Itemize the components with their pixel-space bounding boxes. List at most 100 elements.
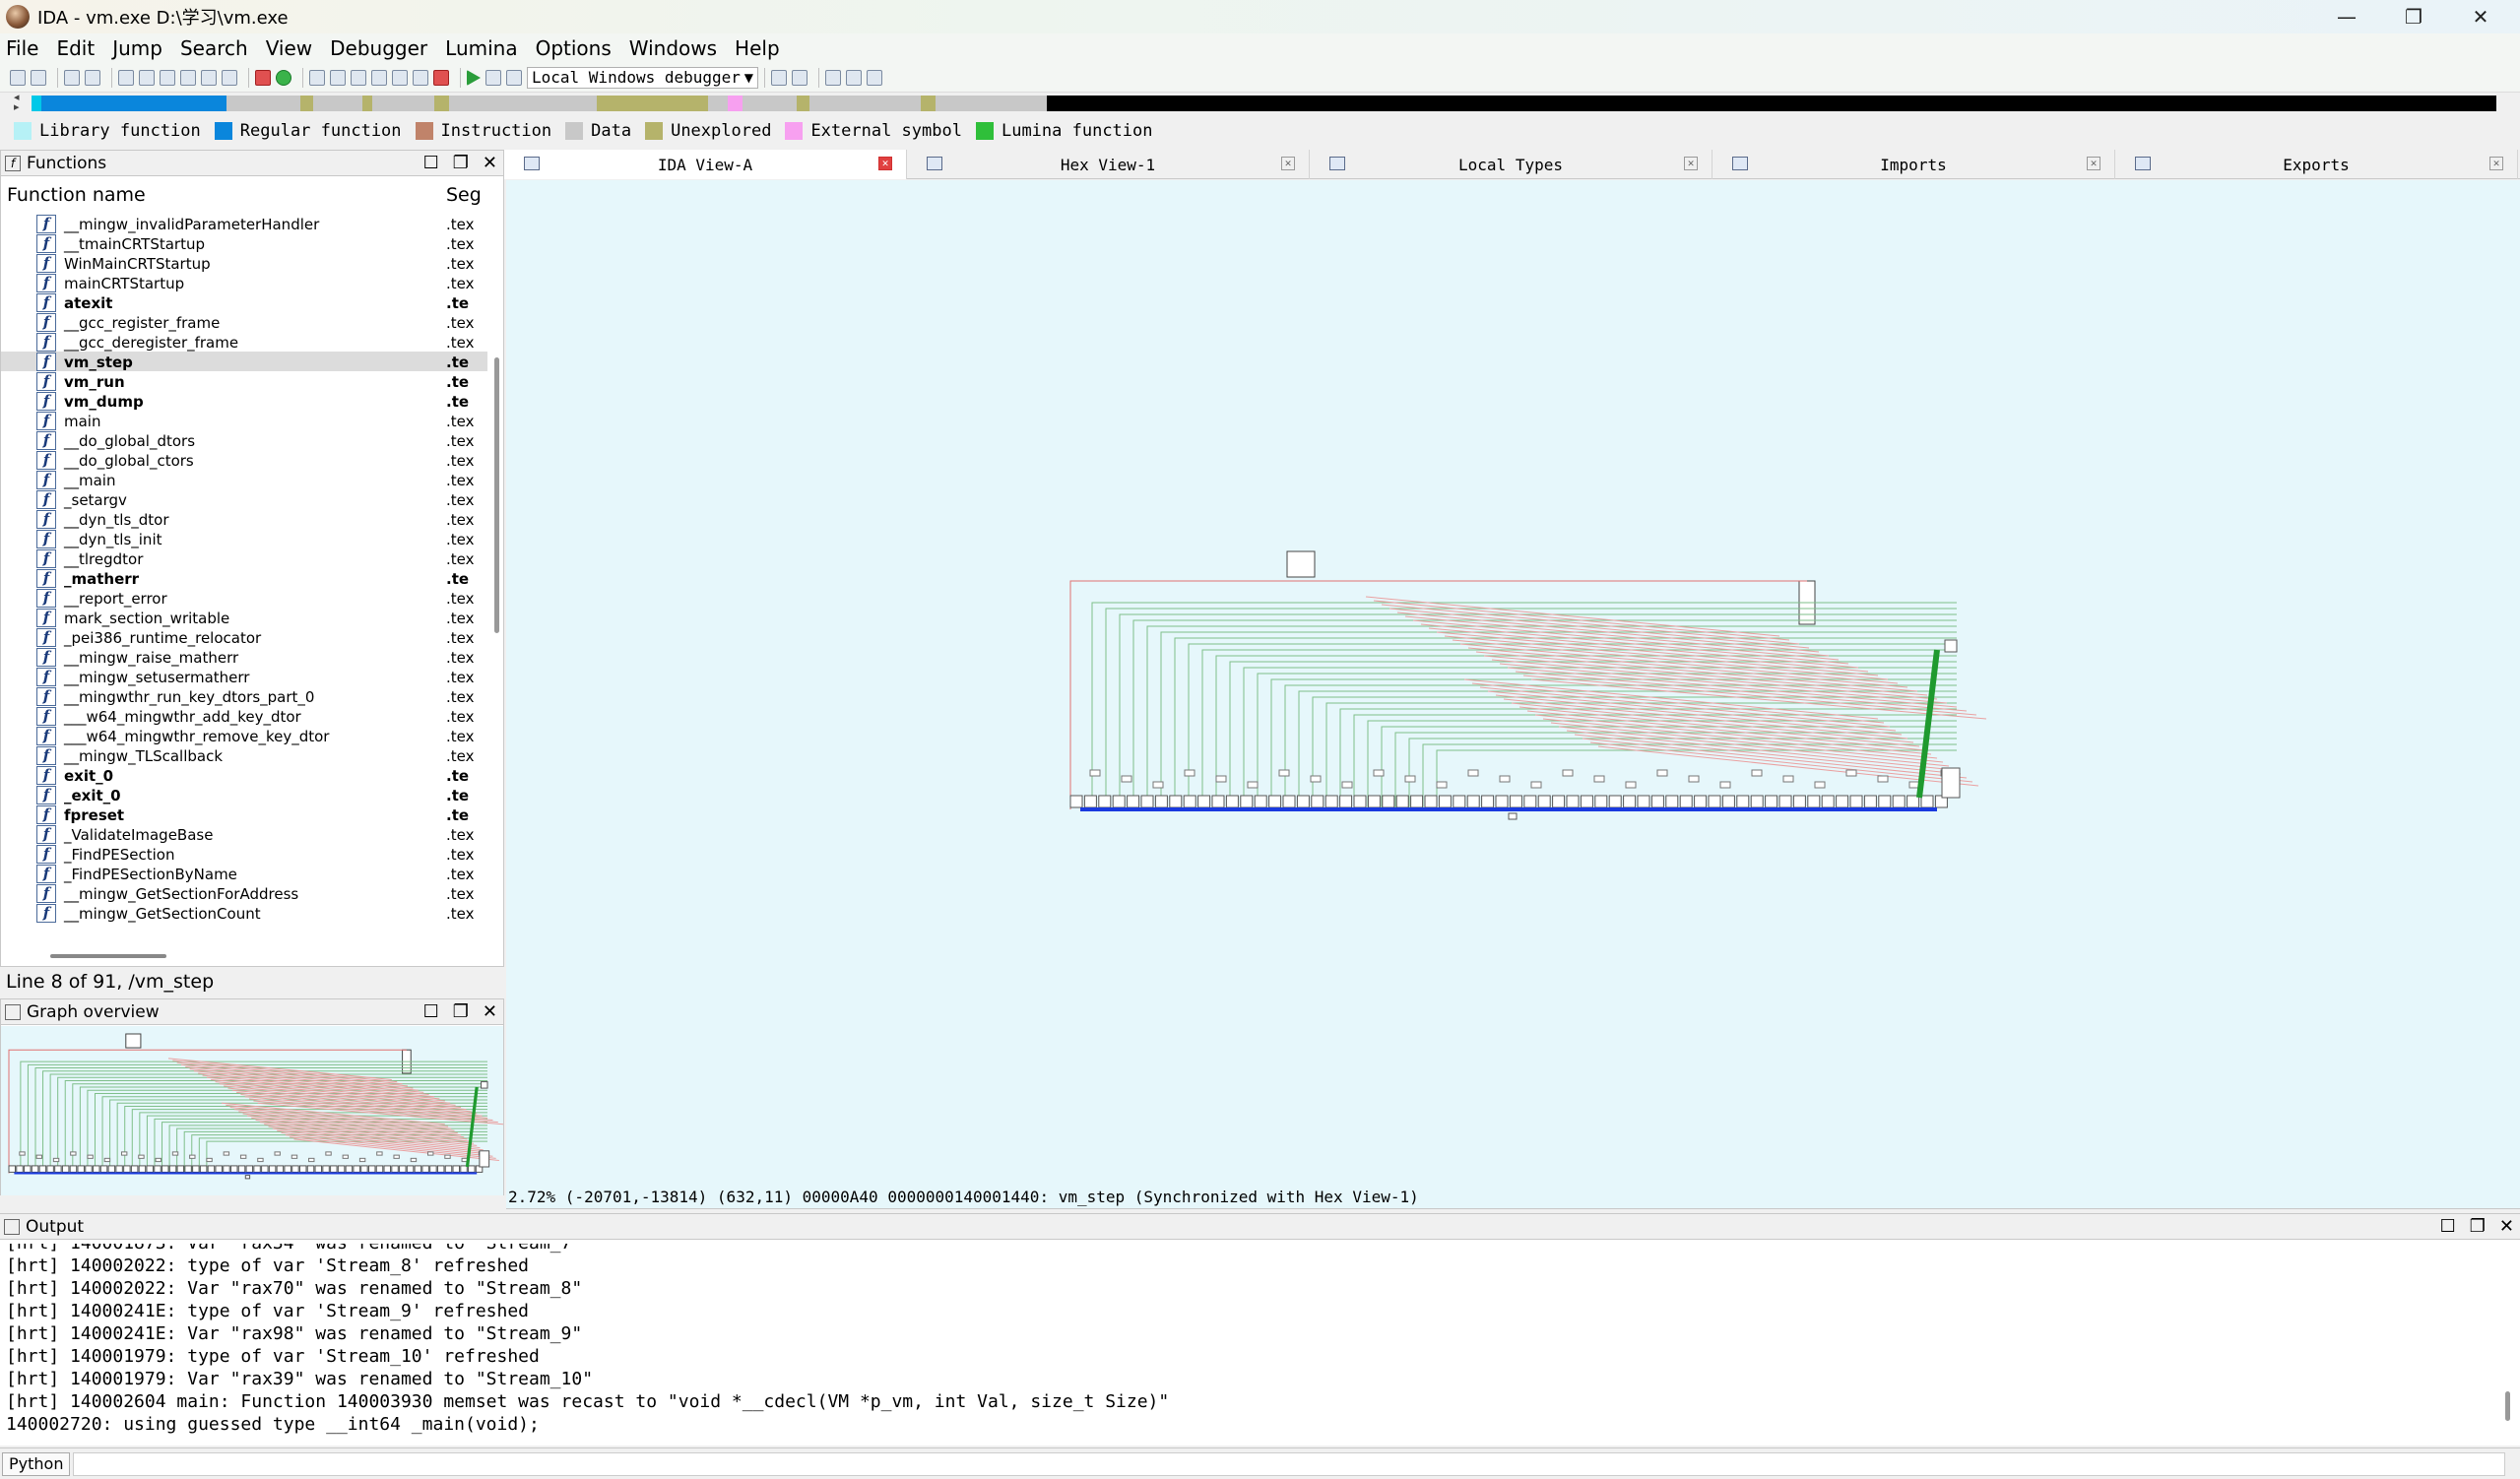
python-command-input[interactable] bbox=[73, 1452, 2505, 1476]
ida-graph-view[interactable] bbox=[506, 180, 2520, 1187]
function-row[interactable]: f _matherr .te bbox=[1, 568, 487, 588]
binary-icon[interactable] bbox=[118, 69, 134, 86]
nav-arrows-icon[interactable]: ◂ ▸ bbox=[14, 92, 20, 112]
function-row[interactable]: f _exit_0 .te bbox=[1, 785, 487, 804]
save-icon[interactable] bbox=[31, 69, 46, 86]
function-row[interactable]: f __main .tex bbox=[1, 470, 487, 489]
menu-edit[interactable]: Edit bbox=[56, 36, 95, 60]
detach-icon[interactable] bbox=[792, 69, 808, 86]
forward-icon[interactable] bbox=[85, 69, 100, 86]
output-scrollbar[interactable] bbox=[2505, 1391, 2510, 1421]
panel-maximize-icon[interactable]: ☐ bbox=[423, 153, 439, 173]
navigation-band[interactable]: ◂ ▸ bbox=[0, 92, 2520, 114]
function-row[interactable]: f ___w64_mingwthr_remove_key_dtor .tex bbox=[1, 726, 487, 745]
menu-search[interactable]: Search bbox=[180, 36, 248, 60]
close-icon[interactable]: ✕ bbox=[1684, 157, 1698, 170]
function-row[interactable]: f __mingw_raise_matherr .tex bbox=[1, 647, 487, 667]
function-row[interactable]: f _FindPESectionByName .tex bbox=[1, 864, 487, 883]
panel-maximize-icon[interactable]: ☐ bbox=[2440, 1216, 2456, 1237]
menu-file[interactable]: File bbox=[6, 36, 38, 60]
function-row[interactable]: f exit_0 .te bbox=[1, 765, 487, 785]
stop-icon[interactable] bbox=[506, 69, 522, 86]
panel-float-icon[interactable]: ❐ bbox=[453, 1001, 469, 1022]
panel-maximize-icon[interactable]: ☐ bbox=[423, 1001, 439, 1022]
function-row[interactable]: f _pei386_runtime_relocator .tex bbox=[1, 627, 487, 647]
function-row[interactable]: f __do_global_dtors .tex bbox=[1, 430, 487, 450]
stop-sign-icon[interactable] bbox=[255, 69, 271, 86]
function-row[interactable]: f ___w64_mingwthr_add_key_dtor .tex bbox=[1, 706, 487, 726]
function-row[interactable]: f vm_step .te bbox=[1, 352, 487, 371]
function-row[interactable]: f WinMainCRTStartup .tex bbox=[1, 253, 487, 273]
find-icon[interactable] bbox=[160, 69, 175, 86]
close-icon[interactable]: ✕ bbox=[2489, 157, 2503, 170]
close-icon[interactable]: ✕ bbox=[1281, 157, 1295, 170]
panel-float-icon[interactable]: ❐ bbox=[2470, 1216, 2486, 1237]
watch-icon[interactable] bbox=[413, 69, 428, 86]
function-row[interactable]: f atexit .te bbox=[1, 292, 487, 312]
breakpoint-icon[interactable] bbox=[392, 69, 408, 86]
tab-exports[interactable]: Exports ✕ bbox=[2115, 150, 2518, 179]
navigation-band-strip[interactable] bbox=[32, 96, 2501, 111]
tab-local-types[interactable]: Local Types ✕ bbox=[1310, 150, 1712, 179]
outdent-icon[interactable] bbox=[867, 69, 882, 86]
function-row[interactable]: f __report_error .tex bbox=[1, 588, 487, 608]
graph-icon[interactable] bbox=[309, 69, 325, 86]
function-row[interactable]: f _ValidateImageBase .tex bbox=[1, 824, 487, 844]
debugger-select[interactable]: Local Windows debugger ▼ bbox=[527, 66, 758, 89]
function-row[interactable]: f __mingw_TLScallback .tex bbox=[1, 745, 487, 765]
xref-icon[interactable] bbox=[371, 69, 387, 86]
function-row[interactable]: f __mingwthr_run_key_dtors_part_0 .tex bbox=[1, 686, 487, 706]
menu-debugger[interactable]: Debugger bbox=[330, 36, 427, 60]
maximize-button[interactable]: ❐ bbox=[2380, 0, 2447, 33]
play-icon[interactable] bbox=[467, 69, 481, 86]
function-row[interactable]: f mainCRTStartup .tex bbox=[1, 273, 487, 292]
close-button[interactable]: ✕ bbox=[2447, 0, 2514, 33]
function-row[interactable]: f _setargv .tex bbox=[1, 489, 487, 509]
function-row[interactable]: f mark_section_writable .tex bbox=[1, 608, 487, 627]
function-row[interactable]: f __dyn_tls_dtor .tex bbox=[1, 509, 487, 529]
function-row[interactable]: f __mingw_invalidParameterHandler .tex bbox=[1, 214, 487, 233]
open-icon[interactable] bbox=[10, 69, 26, 86]
tab-ida-view-a[interactable]: IDA View-A ✕ bbox=[504, 150, 907, 179]
jump-icon[interactable] bbox=[201, 69, 217, 86]
close-icon[interactable]: ✕ bbox=[2087, 157, 2100, 170]
trace-icon[interactable] bbox=[433, 69, 449, 86]
enum-icon[interactable] bbox=[351, 69, 366, 86]
struct-icon[interactable] bbox=[330, 69, 346, 86]
function-row[interactable]: f __mingw_GetSectionCount .tex bbox=[1, 903, 487, 923]
function-row[interactable]: f __gcc_register_frame .tex bbox=[1, 312, 487, 332]
text-search-icon[interactable] bbox=[139, 69, 155, 86]
lumina-icon[interactable] bbox=[276, 69, 291, 86]
pause-icon[interactable] bbox=[485, 69, 501, 86]
function-row[interactable]: f main .tex bbox=[1, 411, 487, 430]
function-row[interactable]: f _FindPESection .tex bbox=[1, 844, 487, 864]
panel-close-icon[interactable]: ✕ bbox=[483, 153, 497, 173]
minimize-button[interactable]: — bbox=[2313, 0, 2380, 33]
column-segment[interactable]: Seg bbox=[446, 184, 482, 206]
panel-close-icon[interactable]: ✕ bbox=[483, 1001, 497, 1022]
function-row[interactable]: f __do_global_ctors .tex bbox=[1, 450, 487, 470]
menu-jump[interactable]: Jump bbox=[112, 36, 162, 60]
indent-icon[interactable] bbox=[846, 69, 862, 86]
layout-icon[interactable] bbox=[825, 69, 841, 86]
panel-close-icon[interactable]: ✕ bbox=[2499, 1216, 2514, 1237]
menu-options[interactable]: Options bbox=[536, 36, 612, 60]
close-icon[interactable]: ✕ bbox=[878, 157, 892, 170]
function-row[interactable]: f vm_run .te bbox=[1, 371, 487, 391]
function-row[interactable]: f vm_dump .te bbox=[1, 391, 487, 411]
column-function-name[interactable]: Function name bbox=[7, 184, 146, 206]
menu-lumina[interactable]: Lumina bbox=[445, 36, 517, 60]
function-row[interactable]: f __tlregdtor .tex bbox=[1, 548, 487, 568]
graph-overview-canvas[interactable] bbox=[1, 1026, 504, 1195]
function-row[interactable]: f fpreset .te bbox=[1, 804, 487, 824]
menu-view[interactable]: View bbox=[266, 36, 312, 60]
text-icon[interactable] bbox=[222, 69, 237, 86]
copy-icon[interactable] bbox=[180, 69, 196, 86]
functions-horizontal-scrollbar[interactable] bbox=[50, 954, 166, 958]
attach-icon[interactable] bbox=[771, 69, 787, 86]
function-row[interactable]: f __tmainCRTStartup .tex bbox=[1, 233, 487, 253]
menu-help[interactable]: Help bbox=[735, 36, 780, 60]
tab-hex-view-1[interactable]: Hex View-1 ✕ bbox=[907, 150, 1310, 179]
panel-float-icon[interactable]: ❐ bbox=[453, 153, 469, 173]
tab-imports[interactable]: Imports ✕ bbox=[1712, 150, 2115, 179]
